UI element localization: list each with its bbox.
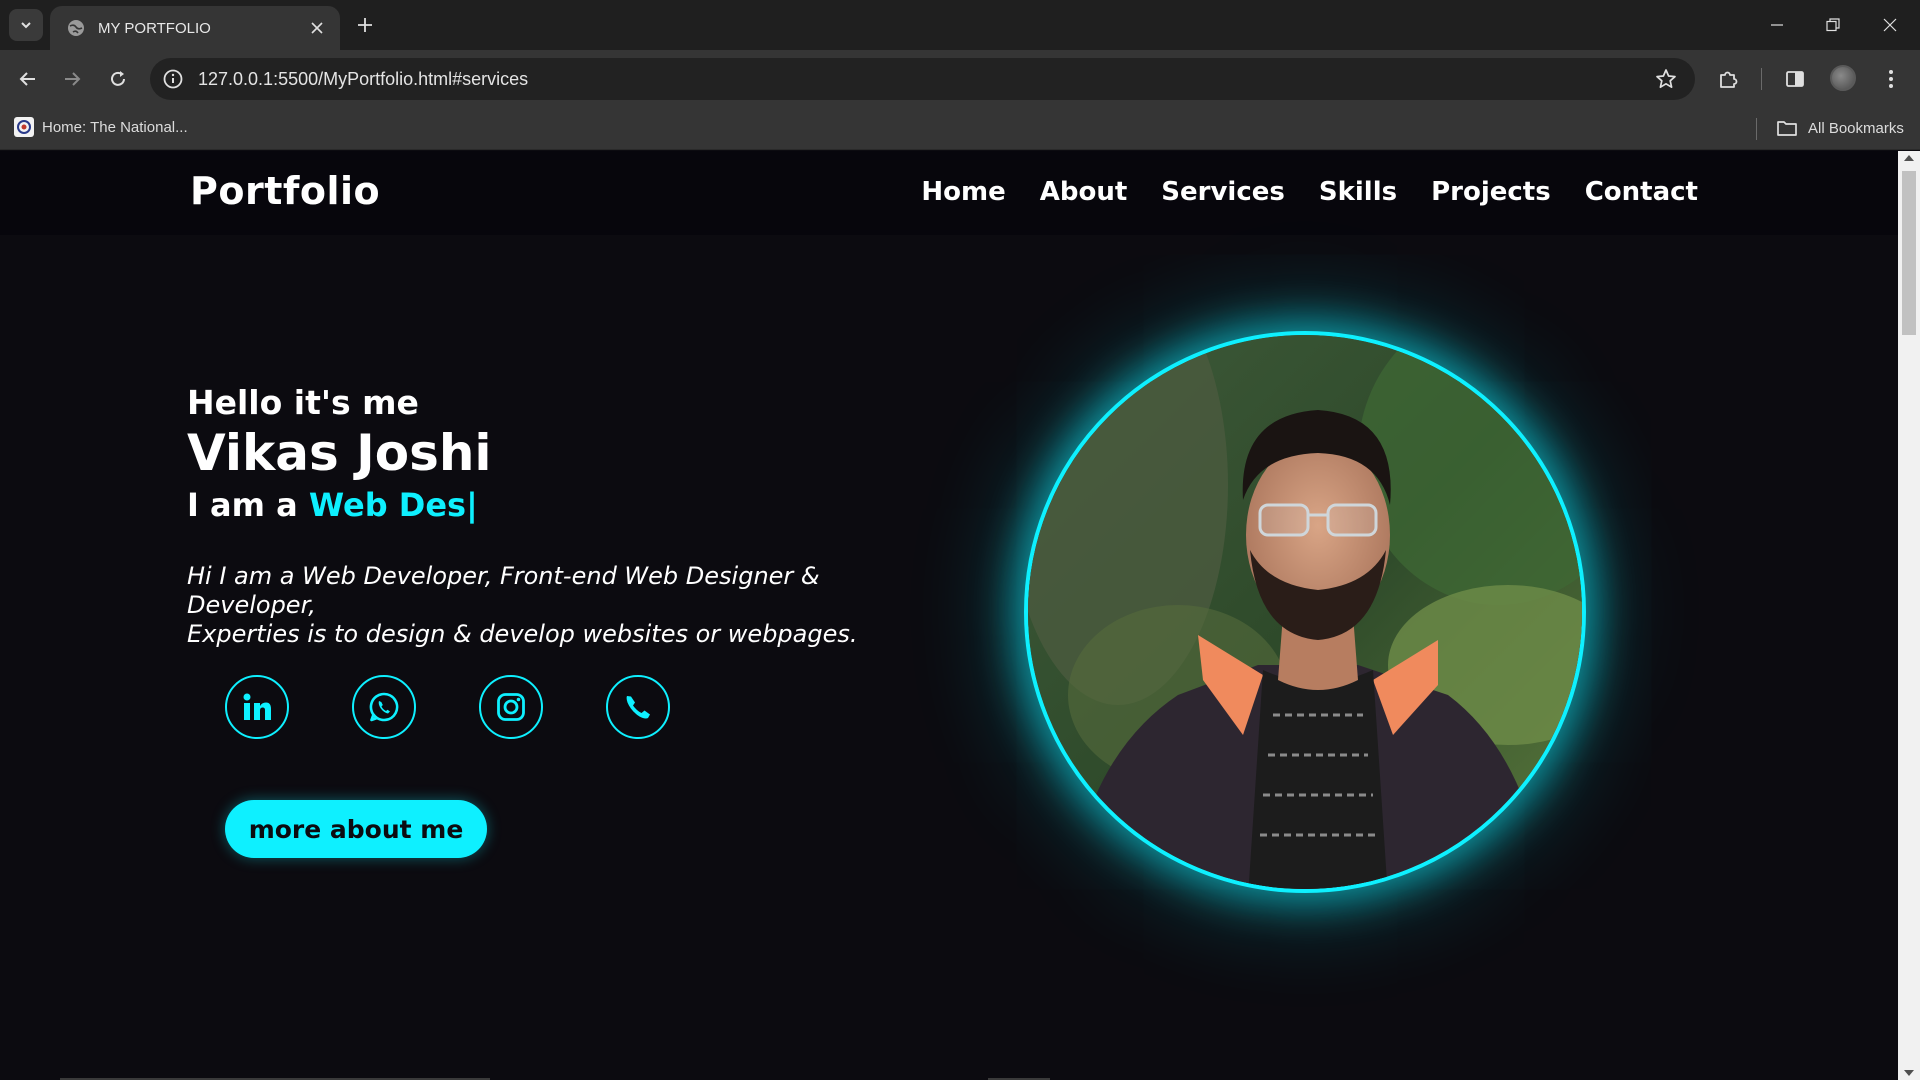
address-bar[interactable]: 127.0.0.1:5500/MyPortfolio.html#services — [150, 58, 1695, 100]
whatsapp-link[interactable] — [352, 675, 416, 739]
all-bookmarks-label: All Bookmarks — [1808, 119, 1904, 137]
browser-tab-bar: MY PORTFOLIO — [0, 0, 1920, 50]
scroll-up-arrow-icon[interactable] — [1904, 155, 1914, 161]
main-nav: Home About Services Skills Projects Cont… — [921, 177, 1698, 207]
nav-projects[interactable]: Projects — [1431, 177, 1551, 207]
instagram-link[interactable] — [479, 675, 543, 739]
hero-text: Hello it's me Vikas Joshi I am a Web Des… — [187, 383, 947, 649]
hero-role: I am a Web Des| — [187, 486, 947, 524]
phone-link[interactable] — [606, 675, 670, 739]
window-close-icon[interactable] — [1875, 10, 1905, 40]
extensions-puzzle-icon[interactable] — [1713, 64, 1743, 94]
role-prefix: I am a — [187, 486, 298, 524]
nav-services[interactable]: Services — [1161, 177, 1285, 207]
minimize-icon[interactable] — [1762, 10, 1792, 40]
restore-icon[interactable] — [1818, 10, 1848, 40]
browser-tab[interactable]: MY PORTFOLIO — [50, 6, 340, 50]
forward-arrow-icon[interactable] — [57, 64, 87, 94]
bookmark-label: Home: The National... — [42, 118, 188, 136]
role-typed-text: Web Des — [308, 486, 467, 524]
hero-greeting: Hello it's me — [187, 383, 419, 422]
page-viewport: Portfolio Home About Services Skills Pro… — [0, 151, 1898, 1080]
tab-close-icon[interactable] — [308, 19, 326, 37]
bookmark-item[interactable]: Home: The National... — [14, 117, 188, 137]
all-bookmarks-button[interactable]: All Bookmarks — [1776, 118, 1904, 138]
page-scrollbar[interactable] — [1898, 151, 1920, 1080]
site-logo[interactable]: Portfolio — [190, 169, 380, 213]
intro-line-1: Hi I am a Web Developer, Front-end Web D… — [187, 562, 820, 619]
instagram-icon — [497, 693, 525, 721]
bookmark-favicon-icon — [14, 117, 34, 137]
bookmark-star-icon[interactable] — [1653, 66, 1679, 92]
url-text[interactable]: 127.0.0.1:5500/MyPortfolio.html#services — [198, 69, 1653, 90]
whatsapp-icon — [369, 692, 399, 722]
toolbar-divider — [1761, 68, 1762, 90]
nav-about[interactable]: About — [1040, 177, 1128, 207]
nav-contact[interactable]: Contact — [1585, 177, 1698, 207]
intro-line-2: Experties is to design & develop website… — [187, 620, 858, 648]
tab-title: MY PORTFOLIO — [98, 19, 211, 37]
new-tab-plus-icon[interactable] — [352, 12, 378, 38]
typing-cursor: | — [466, 486, 478, 524]
reload-icon[interactable] — [103, 64, 133, 94]
profile-avatar[interactable] — [1830, 65, 1856, 91]
more-about-me-button[interactable]: more about me — [225, 800, 487, 858]
browser-toolbar: 127.0.0.1:5500/MyPortfolio.html#services — [0, 50, 1920, 108]
back-arrow-icon[interactable] — [13, 64, 43, 94]
globe-icon — [68, 20, 84, 36]
bookmarks-bar: Home: The National... All Bookmarks — [0, 108, 1920, 150]
hero-name: Vikas Joshi — [187, 424, 492, 482]
profile-photo-image — [1028, 335, 1582, 889]
scroll-thumb[interactable] — [1902, 171, 1916, 335]
kebab-menu-icon[interactable] — [1876, 64, 1906, 94]
linkedin-icon — [243, 693, 271, 720]
hero-intro: Hi I am a Web Developer, Front-end Web D… — [187, 562, 947, 649]
side-panel-icon[interactable] — [1780, 64, 1810, 94]
profile-photo — [1024, 331, 1586, 893]
folder-icon — [1777, 121, 1797, 136]
site-info-icon[interactable] — [162, 68, 184, 90]
social-links — [225, 675, 670, 739]
tab-search-button[interactable] — [9, 9, 43, 41]
site-header: Portfolio Home About Services Skills Pro… — [0, 151, 1898, 235]
nav-skills[interactable]: Skills — [1319, 177, 1397, 207]
bookmarks-divider — [1756, 118, 1757, 140]
scroll-down-arrow-icon[interactable] — [1904, 1070, 1914, 1076]
linkedin-link[interactable] — [225, 675, 289, 739]
nav-home[interactable]: Home — [921, 177, 1005, 207]
chevron-down-icon — [21, 22, 31, 29]
phone-icon — [626, 696, 650, 719]
